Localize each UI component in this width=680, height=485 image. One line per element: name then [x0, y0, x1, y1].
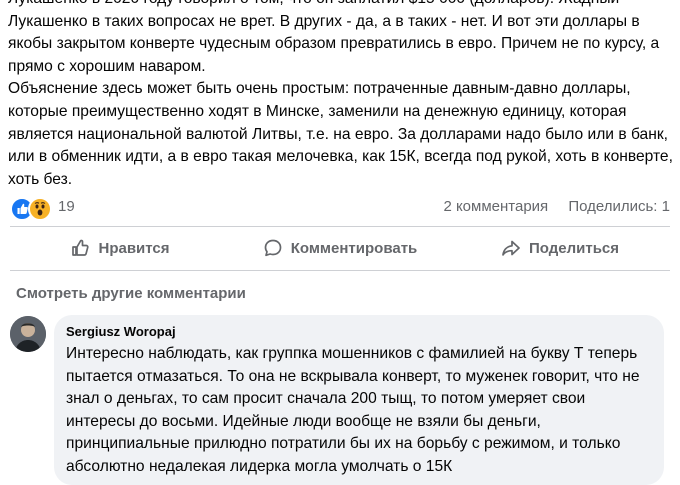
comment-button[interactable]: Комментировать — [230, 228, 450, 268]
post-paragraph-1: Лукашенко в 2020 году говорил о том, что… — [8, 0, 660, 75]
reaction-count[interactable]: 19 — [58, 198, 75, 215]
comment-author-name[interactable]: Sergiusz Woropaj — [66, 324, 176, 339]
comments-count-link[interactable]: 2 комментария — [443, 198, 548, 215]
divider — [10, 270, 670, 271]
post-text: Лукашенко в 2020 году говорил о том, что… — [8, 0, 673, 191]
share-arrow-icon — [502, 240, 520, 256]
divider — [10, 226, 670, 227]
view-more-comments-link[interactable]: Смотреть другие комментарии — [16, 285, 246, 302]
comment-bubble-icon — [264, 239, 282, 257]
post-paragraph-2: Объяснение здесь может быть очень просты… — [8, 80, 673, 188]
share-button-label: Поделиться — [528, 239, 620, 257]
post-actions-bar: Нравится Комментировать Поделиться — [10, 228, 670, 268]
thumbs-up-icon — [72, 239, 90, 256]
engagement-stats: 2 комментария Поделились: 1 — [427, 198, 670, 215]
comment-button-label: Комментировать — [290, 239, 418, 257]
reactions-bar: 19 2 комментария Поделились: 1 — [10, 196, 670, 221]
share-button[interactable]: Поделиться — [450, 228, 670, 268]
comment-bubble: Sergiusz Woropaj Интересно наблюдать, ка… — [54, 315, 664, 485]
comment-text: Интересно наблюдать, как группка мошенни… — [66, 345, 640, 475]
wow-icon — [28, 197, 52, 221]
like-button[interactable]: Нравится — [10, 228, 230, 268]
avatar[interactable] — [10, 316, 46, 352]
like-button-label: Нравится — [98, 239, 170, 257]
shares-count-link[interactable]: Поделились: 1 — [568, 198, 670, 215]
